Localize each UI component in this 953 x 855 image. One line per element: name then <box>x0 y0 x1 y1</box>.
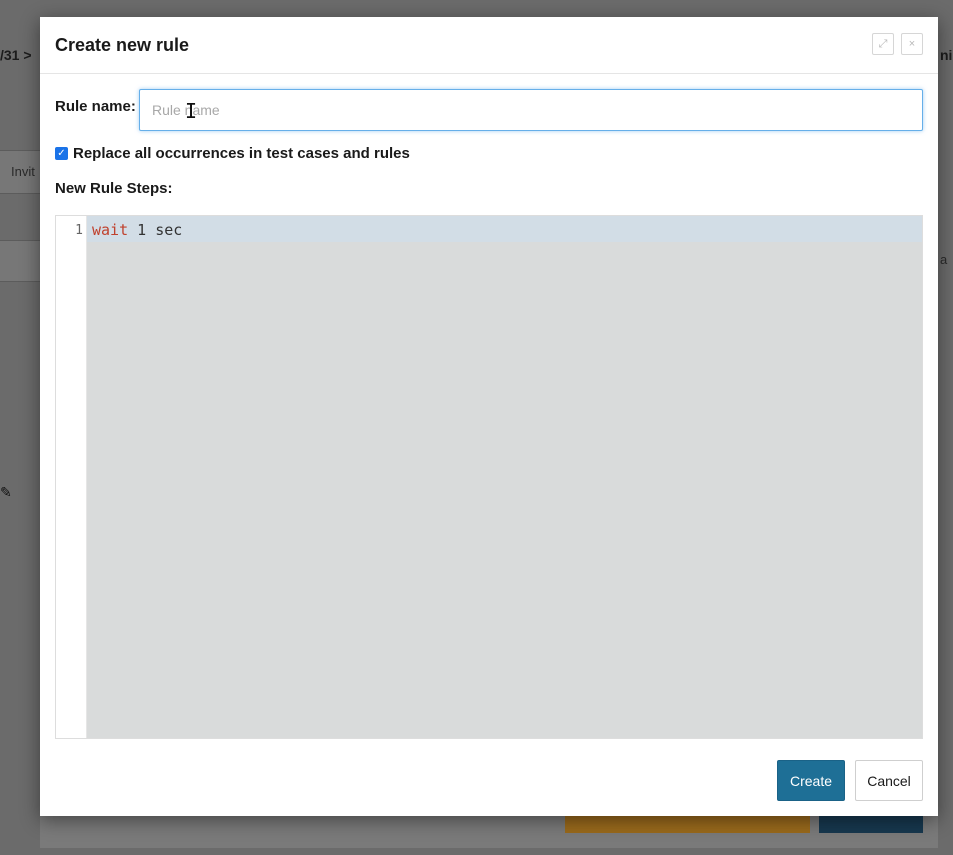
active-line-highlight <box>87 216 922 242</box>
editor-gutter: 1 <box>56 216 87 738</box>
background-breadcrumb: /31 > <box>0 47 32 63</box>
replace-occurrences-label: Replace all occurrences in test cases an… <box>73 144 410 162</box>
background-rail-tab-label: Invit <box>11 164 35 179</box>
code-keyword: wait <box>92 221 129 239</box>
rule-name-label: Rule name: <box>55 98 136 115</box>
dialog-header: Create new rule ⤢ × <box>40 17 938 74</box>
dialog-title: Create new rule <box>55 35 190 55</box>
rule-steps-editor[interactable]: 1 wait 1 sec <box>55 215 923 739</box>
background-blue-button <box>819 815 923 833</box>
close-icon[interactable]: × <box>901 33 923 55</box>
code-text: 1 sec <box>128 221 183 239</box>
rule-name-input[interactable] <box>139 89 923 131</box>
background-right-label-2: a <box>940 252 948 267</box>
background-orange-button <box>565 815 810 833</box>
rule-steps-label: New Rule Steps: <box>55 180 173 197</box>
create-button[interactable]: Create <box>777 760 845 801</box>
edit-icon: ✎ <box>0 484 12 500</box>
cancel-button[interactable]: Cancel <box>855 760 923 801</box>
line-number: 1 <box>75 223 83 238</box>
expand-icon[interactable]: ⤢ <box>872 33 894 55</box>
code-line[interactable]: wait 1 sec <box>92 221 182 239</box>
replace-occurrences-row[interactable]: ✓ Replace all occurrences in test cases … <box>55 144 410 162</box>
background-rail-row <box>0 240 40 282</box>
create-rule-dialog: Create new rule ⤢ × Rule name: I ✓ Repla… <box>40 17 938 816</box>
background-right-label: ni <box>940 47 953 63</box>
replace-occurrences-checkbox[interactable]: ✓ <box>55 146 68 160</box>
